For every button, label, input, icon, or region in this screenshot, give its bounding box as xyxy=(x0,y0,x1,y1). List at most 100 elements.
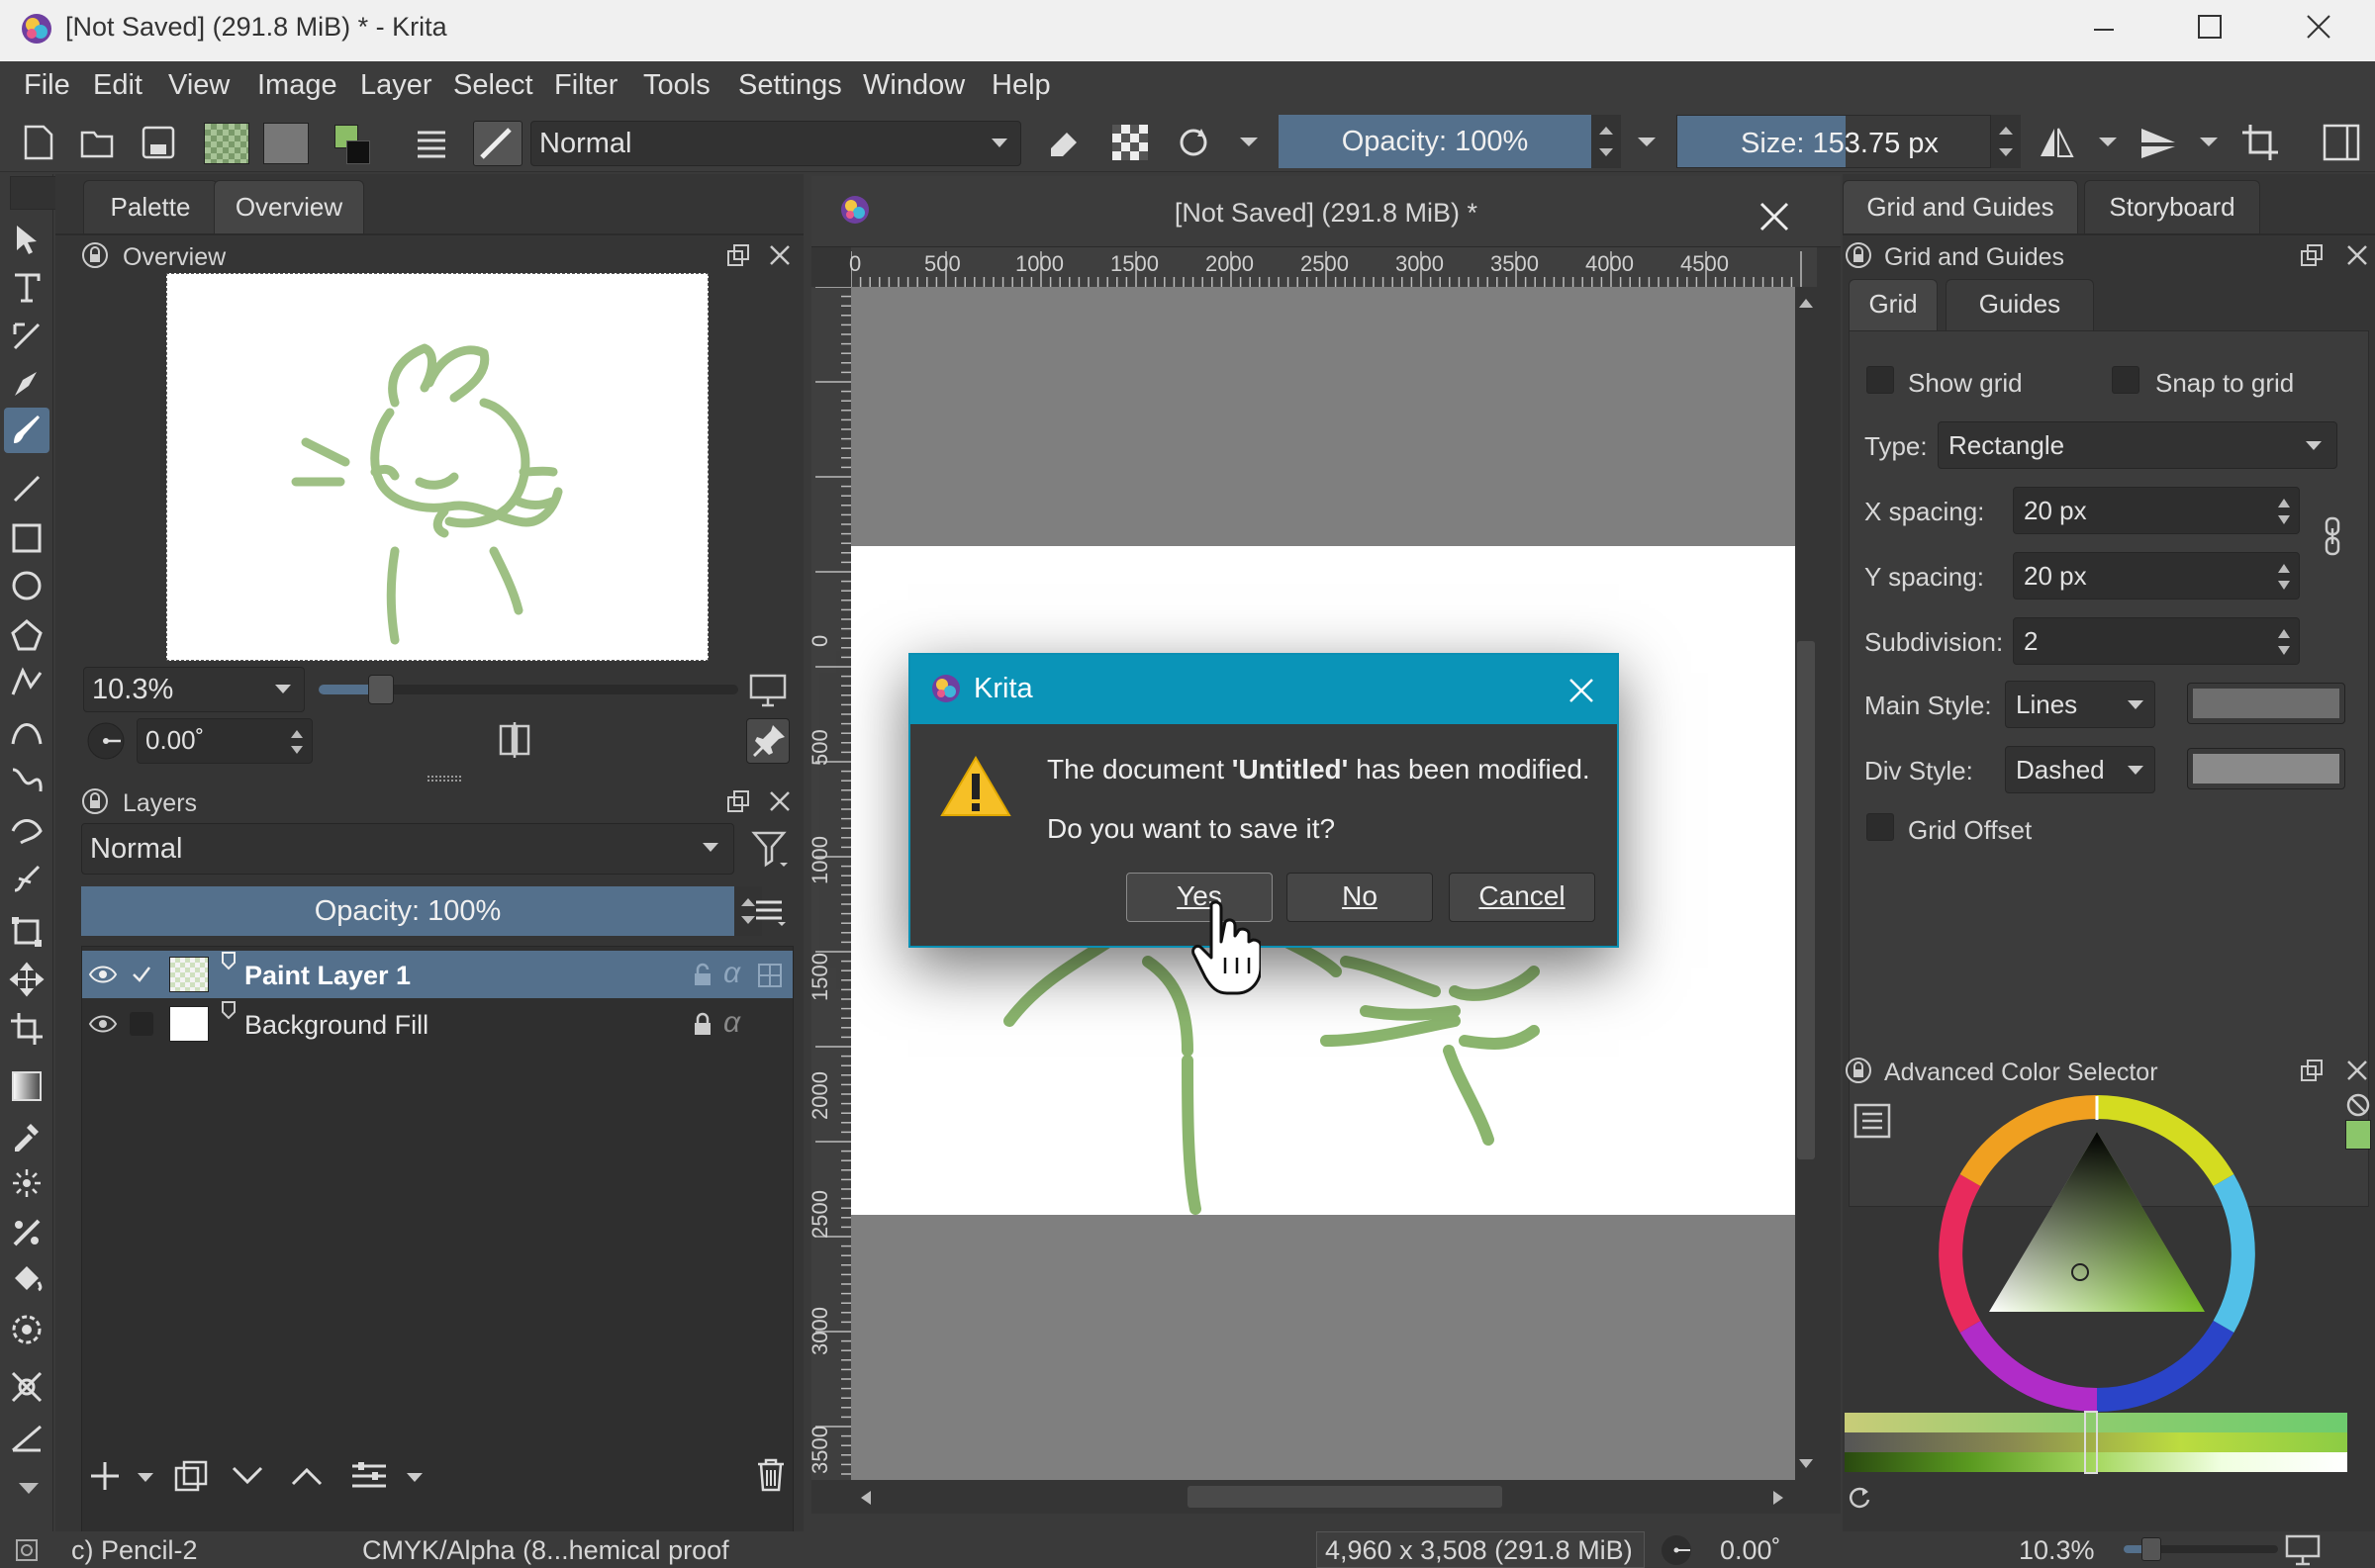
menu-settings[interactable]: Settings xyxy=(738,69,842,102)
freehand-brush-tool[interactable] xyxy=(4,408,49,453)
grid-offset-checkbox[interactable] xyxy=(1866,813,1894,841)
enclose-fill-icon[interactable] xyxy=(9,1312,45,1347)
text-tool-icon[interactable] xyxy=(9,269,45,305)
menu-tools[interactable]: Tools xyxy=(643,69,711,102)
snap-to-grid-checkbox[interactable] xyxy=(2112,366,2139,394)
pin-button[interactable] xyxy=(746,718,790,764)
rotation-dial-icon[interactable] xyxy=(1651,1533,1702,1567)
filter-icon[interactable] xyxy=(750,827,790,871)
delete-layer-icon[interactable] xyxy=(754,1456,788,1494)
status-lock-icon[interactable] xyxy=(14,1537,40,1563)
layer-properties-icon[interactable] xyxy=(350,1458,388,1494)
freehand-path-icon[interactable] xyxy=(9,762,45,797)
menu-window[interactable]: Window xyxy=(863,69,965,102)
tab-grid[interactable]: Grid xyxy=(1849,279,1938,330)
layer-row[interactable]: Background Fill α xyxy=(82,1000,793,1048)
gradient-preset-icon[interactable] xyxy=(204,123,249,164)
canvas-fit-icon[interactable] xyxy=(748,673,788,708)
lock-icon[interactable] xyxy=(81,787,109,815)
status-zoom[interactable]: 10.3% xyxy=(2019,1535,2095,1566)
zoom-slider[interactable] xyxy=(319,675,738,704)
brush-preset-icon[interactable] xyxy=(473,121,522,166)
cancel-button[interactable]: Cancel xyxy=(1449,873,1595,922)
alpha-lock-icon[interactable]: α xyxy=(723,1006,740,1040)
y-spacing-input[interactable]: 20 px xyxy=(2013,552,2300,600)
rectangle-tool-icon[interactable] xyxy=(9,520,45,556)
move-layer-up-icon[interactable] xyxy=(289,1464,325,1488)
menu-filter[interactable]: Filter xyxy=(554,69,618,102)
fill-tool-icon[interactable] xyxy=(9,1262,45,1298)
new-document-icon[interactable] xyxy=(22,125,55,160)
polygon-tool-icon[interactable] xyxy=(9,617,45,653)
tab-overview[interactable]: Overview xyxy=(214,180,364,235)
show-grid-checkbox[interactable] xyxy=(1866,366,1894,394)
crop-tool-icon[interactable] xyxy=(9,1011,45,1047)
unlock-icon[interactable] xyxy=(692,963,713,986)
layer-name[interactable]: Paint Layer 1 xyxy=(244,961,411,991)
layer-opacity-slider[interactable]: Opacity: 100% xyxy=(81,886,762,936)
visibility-eye-icon[interactable] xyxy=(88,1010,118,1038)
main-style-select[interactable]: Lines xyxy=(2005,681,2155,728)
menu-select[interactable]: Select xyxy=(453,69,533,102)
menu-view[interactable]: View xyxy=(168,69,230,102)
maximize-icon[interactable] xyxy=(2197,14,2223,40)
color-selector-settings-icon[interactable] xyxy=(1852,1102,1892,1140)
layer-row[interactable]: Paint Layer 1 α xyxy=(82,951,793,998)
close-icon[interactable] xyxy=(2306,14,2331,40)
gradient-tool-icon[interactable] xyxy=(9,1068,45,1104)
refresh-icon[interactable] xyxy=(1845,1482,1872,1510)
color-space-info[interactable]: CMYK/Alpha (8...hemical proof xyxy=(362,1535,729,1566)
reload-preset-icon[interactable] xyxy=(1176,125,1211,160)
polyline-tool-icon[interactable] xyxy=(9,665,45,700)
color-picker-icon[interactable] xyxy=(9,1118,45,1153)
minimize-icon[interactable] xyxy=(2092,18,2116,42)
float-docker-icon[interactable] xyxy=(724,787,752,815)
move-layer-down-icon[interactable] xyxy=(230,1464,265,1488)
horizontal-scroll-thumb[interactable] xyxy=(1188,1486,1502,1508)
menu-file[interactable]: File xyxy=(24,69,70,102)
transform-tool-icon[interactable] xyxy=(9,914,45,950)
crop-icon[interactable] xyxy=(2240,123,2280,162)
close-docker-icon[interactable] xyxy=(768,243,792,267)
dynamic-brush-icon[interactable] xyxy=(9,811,45,847)
div-style-select[interactable]: Dashed xyxy=(2005,746,2155,793)
vertical-scroll-thumb[interactable] xyxy=(1797,641,1815,1159)
measure-tool-icon[interactable] xyxy=(9,1419,45,1454)
workspace-icon[interactable] xyxy=(2322,123,2361,162)
tab-grid-and-guides[interactable]: Grid and Guides xyxy=(1843,180,2078,235)
docker-splitter[interactable] xyxy=(428,776,461,782)
opacity-spin[interactable] xyxy=(1591,115,1621,168)
status-zoom-slider[interactable] xyxy=(2124,1537,2278,1561)
lock-icon[interactable] xyxy=(81,241,109,269)
float-docker-icon[interactable] xyxy=(2298,241,2326,269)
chevron-down-icon[interactable] xyxy=(1239,137,1259,148)
smart-patch-icon[interactable] xyxy=(9,1165,45,1201)
color-swatches[interactable] xyxy=(332,123,384,172)
tab-guides[interactable]: Guides xyxy=(1946,279,2094,330)
alpha-lock-icon[interactable]: α xyxy=(723,957,740,990)
mirror-horizontal-icon[interactable] xyxy=(2037,123,2076,162)
layer-name[interactable]: Background Fill xyxy=(244,1010,428,1041)
line-tool-icon[interactable] xyxy=(9,471,45,507)
chevron-down-icon[interactable] xyxy=(406,1472,424,1484)
open-document-icon[interactable] xyxy=(79,125,115,160)
layer-checkbox[interactable] xyxy=(130,1012,153,1036)
brush-settings-icon[interactable] xyxy=(414,125,449,160)
size-slider[interactable]: Size: 153.75 px xyxy=(1676,115,1991,168)
mirror-view-icon[interactable] xyxy=(495,720,534,760)
reset-color-icon[interactable] xyxy=(2345,1092,2371,1118)
check-icon[interactable] xyxy=(130,963,153,986)
calligraphy-icon[interactable] xyxy=(9,366,45,402)
size-spin[interactable] xyxy=(1991,115,2021,168)
duplicate-layer-icon[interactable] xyxy=(172,1458,210,1494)
image-dimensions[interactable]: 4,960 x 3,508 (291.8 MiB) xyxy=(1316,1531,1645,1568)
opacity-slider[interactable]: Opacity: 100% xyxy=(1279,115,1591,168)
close-docker-icon[interactable] xyxy=(2345,1059,2369,1082)
color-wheel[interactable] xyxy=(1936,1092,2258,1415)
multibrush-icon[interactable] xyxy=(9,859,45,894)
main-color-button[interactable] xyxy=(2187,683,2345,724)
menu-edit[interactable]: Edit xyxy=(93,69,142,102)
edit-shapes-icon[interactable] xyxy=(9,319,45,354)
visibility-eye-icon[interactable] xyxy=(88,961,118,988)
vertical-scrollbar[interactable] xyxy=(1795,287,1817,1480)
